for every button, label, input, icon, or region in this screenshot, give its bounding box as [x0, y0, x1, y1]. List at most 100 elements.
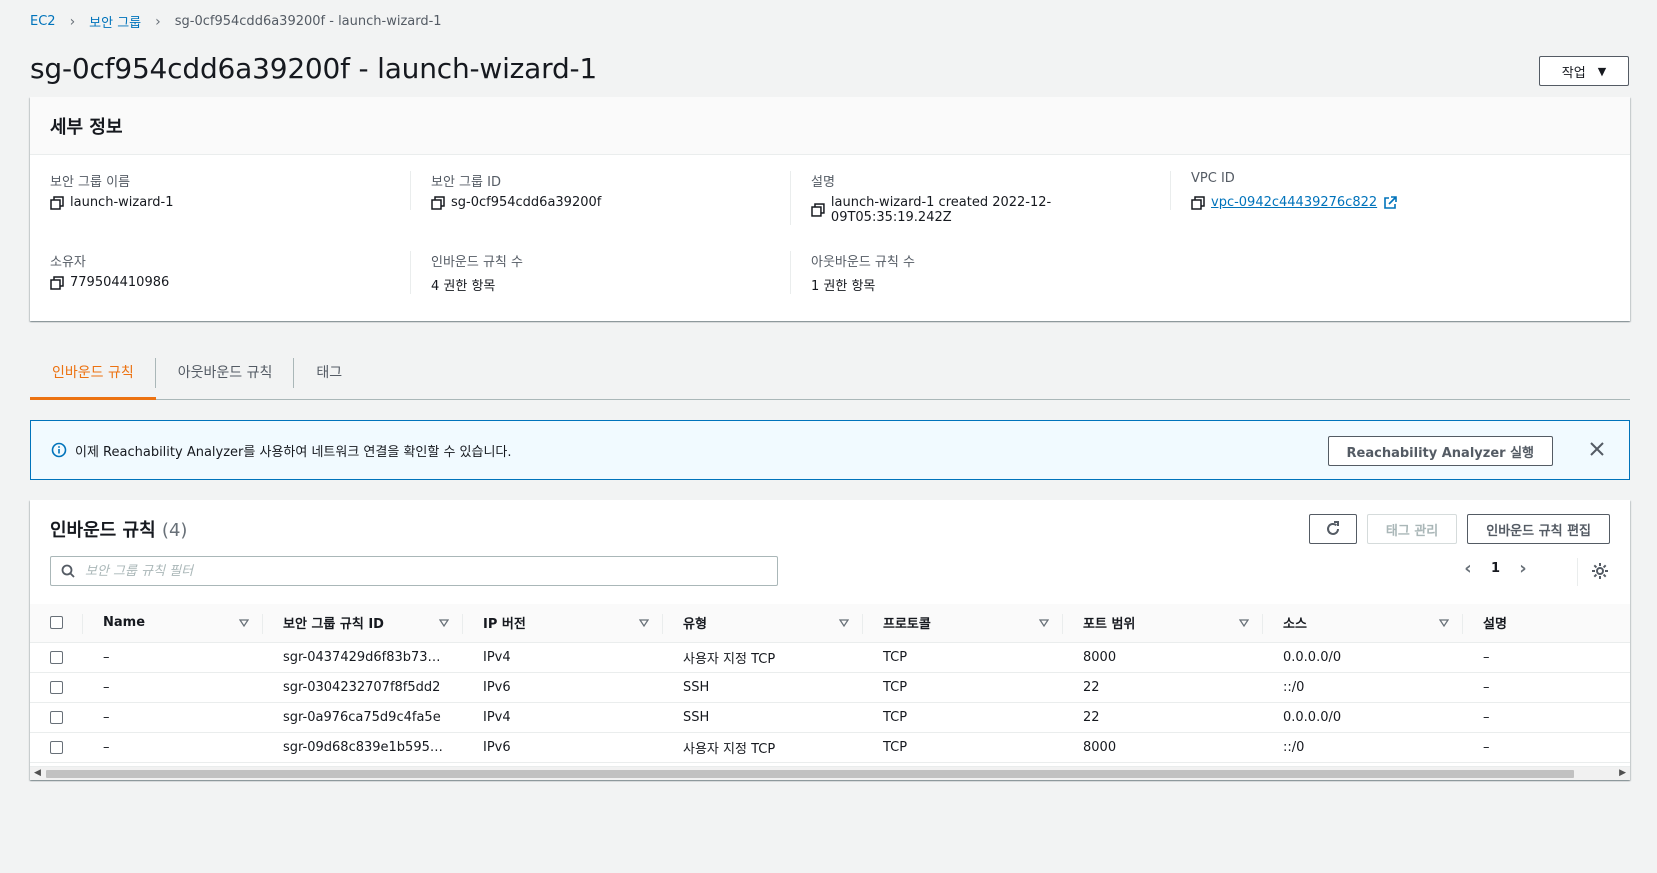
scrollbar-thumb[interactable]: [46, 770, 1574, 778]
tab-label: 아웃바운드 규칙: [177, 365, 273, 381]
cell-rule-id: sgr-09d68c839e1b595…: [263, 732, 463, 763]
chevron-right-icon: ›: [69, 13, 76, 30]
column-header-name[interactable]: Name: [83, 604, 263, 643]
field-label: 인바운드 규칙 수: [431, 255, 523, 270]
edit-inbound-rules-button[interactable]: 인바운드 규칙 편집: [1467, 514, 1610, 544]
sort-icon[interactable]: [1239, 618, 1249, 628]
column-label: 프로토콜: [883, 617, 931, 633]
row-select: [30, 702, 83, 733]
field-sg-name: 보안 그룹 이름 launch-wizard-1: [30, 171, 410, 210]
copy-icon[interactable]: [50, 275, 64, 290]
column-header-ip-version[interactable]: IP 버전: [463, 604, 663, 643]
rule-id-text: sgr-0304232707f8f5dd2: [283, 679, 441, 695]
tab-tags[interactable]: 태그: [294, 350, 364, 400]
column-header-type[interactable]: 유형: [663, 604, 863, 643]
cell-ip-version: IPv4: [463, 642, 663, 673]
field-value: launch-wizard-1: [70, 195, 174, 210]
sort-icon[interactable]: [1039, 618, 1049, 628]
details-header: 세부 정보: [30, 97, 1630, 155]
scroll-right-arrow[interactable]: ▶: [1619, 768, 1626, 778]
tab-inbound-rules[interactable]: 인바운드 규칙: [30, 350, 156, 400]
sort-icon[interactable]: [1439, 618, 1449, 628]
column-header-rule-id[interactable]: 보안 그룹 규칙 ID: [263, 604, 463, 643]
cell-protocol: TCP: [863, 672, 1063, 703]
field-owner: 소유자 779504410986: [30, 251, 410, 290]
copy-icon[interactable]: [1191, 195, 1205, 210]
page-title: sg-0cf954cdd6a39200f - launch-wizard-1: [30, 52, 598, 85]
table-row[interactable]: – sgr-0304232707f8f5dd2 IPv6 SSH TCP 22 …: [30, 672, 1630, 703]
field-label: 소유자: [50, 255, 86, 270]
info-banner: 이제 Reachability Analyzer를 사용하여 네트워크 연결을 …: [30, 420, 1630, 480]
cell-port-range: 22: [1063, 702, 1263, 733]
rule-id-text: sgr-0437429d6f83b73…: [283, 649, 441, 665]
cell-rule-id: sgr-0304232707f8f5dd2: [263, 672, 463, 703]
rule-id-text: sgr-09d68c839e1b595…: [283, 739, 443, 755]
sort-icon[interactable]: [839, 618, 849, 628]
horizontal-scrollbar[interactable]: ◀ ▶: [30, 766, 1630, 780]
actions-label: 작업: [1561, 65, 1586, 81]
chevron-left-icon[interactable]: ‹: [1461, 558, 1475, 579]
sort-icon[interactable]: [239, 618, 249, 628]
row-checkbox[interactable]: [50, 710, 63, 724]
cell-description: –: [1463, 702, 1630, 733]
select-all-checkbox[interactable]: [50, 616, 63, 630]
info-icon: [51, 442, 67, 458]
copy-icon[interactable]: [431, 195, 445, 210]
page-number[interactable]: 1: [1491, 561, 1500, 576]
copy-icon[interactable]: [50, 195, 64, 210]
inbound-rules-panel: 인바운드 규칙 (4) 태그 관리 인바운드 규칙 편집 ‹ 1 ›: [30, 500, 1630, 780]
column-header-port-range[interactable]: 포트 범위: [1063, 604, 1263, 643]
refresh-button[interactable]: [1308, 514, 1357, 544]
row-checkbox[interactable]: [50, 650, 63, 664]
pager-divider: [1577, 558, 1578, 586]
cell-type: SSH: [663, 702, 863, 733]
breadcrumb-current: sg-0cf954cdd6a39200f - launch-wizard-1: [174, 14, 442, 29]
cell-description: –: [1463, 672, 1630, 703]
field-value: 4 권한 항목: [431, 279, 496, 294]
search-icon: [61, 564, 75, 578]
external-link-icon[interactable]: [1383, 195, 1397, 210]
row-checkbox[interactable]: [50, 680, 63, 694]
field-description: 설명 launch-wizard-1 created 2022-12-09T05…: [790, 171, 1170, 225]
table-row[interactable]: – sgr-0a976ca75d9c4fa5e IPv4 SSH TCP 22 …: [30, 702, 1630, 733]
column-header-protocol[interactable]: 프로토콜: [863, 604, 1063, 643]
sort-icon[interactable]: [439, 618, 449, 628]
tab-list: 인바운드 규칙 아웃바운드 규칙 태그: [30, 350, 1630, 400]
column-header-description[interactable]: 설명: [1463, 604, 1630, 643]
field-sg-id: 보안 그룹 ID sg-0cf954cdd6a39200f: [410, 171, 790, 210]
field-label: VPC ID: [1191, 171, 1235, 186]
cell-type: 사용자 지정 TCP: [663, 732, 863, 763]
cell-source: 0.0.0.0/0: [1263, 702, 1463, 733]
tab-label: 태그: [316, 365, 343, 381]
scroll-left-arrow[interactable]: ◀: [34, 768, 41, 778]
manage-tags-button[interactable]: 태그 관리: [1366, 514, 1458, 544]
rules-count: (4): [161, 520, 188, 541]
cell-type: SSH: [663, 672, 863, 703]
field-value: sg-0cf954cdd6a39200f: [451, 195, 602, 210]
close-icon[interactable]: [1587, 439, 1607, 459]
copy-icon[interactable]: [811, 203, 825, 217]
cell-name: –: [83, 642, 263, 673]
row-checkbox[interactable]: [50, 740, 63, 754]
column-header-source[interactable]: 소스: [1263, 604, 1463, 643]
rule-id-text: sgr-0a976ca75d9c4fa5e: [283, 709, 441, 725]
column-label: 보안 그룹 규칙 ID: [283, 617, 384, 633]
breadcrumb-ec2[interactable]: EC2: [30, 14, 56, 29]
reachability-analyzer-button[interactable]: Reachability Analyzer 실행: [1327, 436, 1553, 466]
vpc-link[interactable]: vpc-0942c44439276c822: [1211, 195, 1377, 210]
field-outbound-count: 아웃바운드 규칙 수 1 권한 항목: [790, 251, 1170, 294]
search-input[interactable]: [83, 562, 763, 580]
chevron-right-icon[interactable]: ›: [1516, 558, 1530, 579]
column-label: Name: [103, 615, 146, 631]
breadcrumb-security-groups[interactable]: 보안 그룹: [89, 12, 141, 31]
sort-icon[interactable]: [639, 618, 649, 628]
tab-outbound-rules[interactable]: 아웃바운드 규칙: [156, 350, 295, 400]
cell-port-range: 8000: [1063, 642, 1263, 673]
table-row[interactable]: – sgr-09d68c839e1b595… IPv6 사용자 지정 TCP T…: [30, 732, 1630, 763]
table-row[interactable]: – sgr-0437429d6f83b73… IPv4 사용자 지정 TCP T…: [30, 642, 1630, 673]
cell-name: –: [83, 732, 263, 763]
cell-source: ::/0: [1263, 672, 1463, 703]
actions-button[interactable]: 작업 ▼: [1539, 56, 1629, 86]
chevron-right-icon: ›: [155, 13, 161, 30]
gear-icon[interactable]: [1590, 561, 1610, 581]
